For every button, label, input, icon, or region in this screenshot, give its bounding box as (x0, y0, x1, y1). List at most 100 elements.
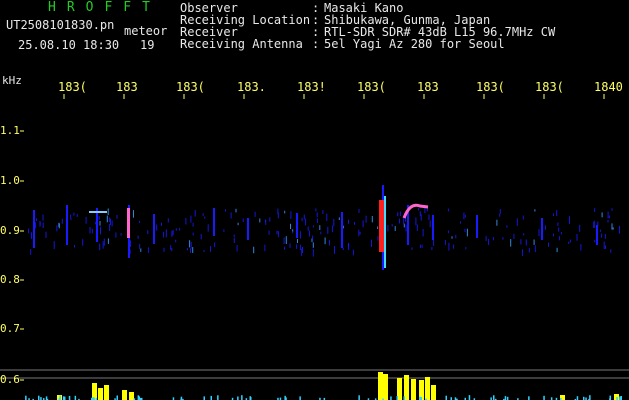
noise-dash (302, 247, 303, 253)
level-bar (404, 375, 409, 400)
noise-dash (102, 241, 104, 249)
noise-dash (560, 231, 562, 235)
noise-dash (253, 246, 255, 254)
noise-dash (460, 221, 461, 224)
noise-dash (556, 210, 558, 216)
noise-dash (133, 210, 134, 218)
noise-dash (189, 240, 191, 248)
noise-dash (397, 214, 399, 217)
noise-dash (399, 218, 400, 224)
noise-dash (171, 230, 173, 237)
noise-dash (56, 225, 58, 232)
noise-dash (358, 229, 360, 237)
noise-dash (303, 214, 305, 220)
noise-dash (448, 242, 450, 251)
noise-dash (185, 217, 187, 225)
noise-dash (431, 247, 433, 251)
x-tick-label: 183. (237, 80, 266, 94)
y-tick-label: 0.6 (0, 373, 20, 386)
noise-dash (455, 234, 457, 239)
noise-dash (415, 217, 417, 226)
noise-dash (464, 214, 466, 218)
level-bar (425, 377, 430, 400)
noise-dash (116, 215, 118, 219)
meteor-streak (213, 208, 215, 236)
noise-dash (594, 239, 596, 243)
level-noise (504, 396, 507, 400)
noise-dash (315, 208, 317, 212)
noise-dash (42, 222, 44, 228)
noise-dash (99, 221, 101, 226)
level-noise (217, 395, 219, 400)
noise-dash (334, 246, 335, 254)
noise-dash (394, 226, 396, 231)
noise-dash (190, 248, 191, 253)
noise-dash (316, 212, 318, 218)
noise-dash (419, 211, 421, 217)
noise-dash (607, 220, 609, 223)
noise-dash (225, 209, 226, 212)
noise-dash (411, 247, 413, 250)
noise-dash (283, 237, 285, 244)
noise-dash (268, 230, 270, 235)
noise-dash (194, 210, 196, 217)
noise-dash (233, 237, 235, 243)
level-noise (137, 395, 140, 400)
noise-dash (312, 235, 314, 241)
noise-dash (391, 224, 393, 227)
meteor-streak (66, 205, 68, 245)
noise-dash (34, 222, 36, 229)
noise-dash (319, 225, 321, 230)
noise-dash (308, 230, 310, 237)
noise-dash (347, 243, 349, 247)
meteor-streak (541, 218, 543, 240)
noise-dash (106, 215, 108, 223)
noise-dash (42, 214, 44, 221)
noise-dash (190, 215, 192, 223)
noise-dash (320, 231, 322, 235)
noise-dash (371, 239, 372, 247)
level-noise (25, 395, 27, 400)
noise-dash (89, 227, 91, 234)
level-noise (493, 395, 495, 400)
noise-dash (611, 223, 613, 230)
level-noise (116, 395, 118, 400)
x-tick-label: 183( (357, 80, 386, 94)
noise-dash (115, 232, 117, 238)
y-tick-label: 0.9 (0, 224, 20, 237)
y-tick-label: 1.1 (0, 124, 20, 137)
noise-dash (36, 218, 37, 221)
noise-dash (576, 234, 578, 241)
noise-dash (510, 239, 512, 247)
noise-dash (377, 226, 379, 229)
noise-dash (405, 224, 407, 232)
noise-dash (312, 242, 314, 248)
level-noise (284, 395, 286, 400)
noise-dash (528, 248, 530, 253)
noise-dash (579, 224, 581, 232)
noise-dash (290, 223, 291, 229)
noise-dash (316, 218, 318, 223)
noise-dash (214, 242, 216, 248)
level-noise (203, 396, 205, 400)
noise-dash (420, 214, 422, 221)
noise-dash (466, 228, 468, 237)
noise-dash (358, 209, 360, 213)
noise-dash (331, 225, 333, 233)
noise-dash (599, 229, 601, 232)
noise-dash (277, 231, 279, 238)
noise-dash (611, 208, 613, 211)
noise-dash (463, 212, 465, 220)
noise-dash (568, 241, 570, 244)
noise-dash (140, 248, 142, 252)
noise-dash (204, 216, 206, 219)
noise-dash (513, 233, 515, 239)
noise-dash (70, 217, 72, 221)
noise-dash (31, 232, 32, 239)
level-bar (378, 372, 383, 400)
noise-dash (338, 217, 340, 220)
noise-dash (277, 208, 279, 214)
noise-dash (312, 249, 314, 257)
noise-dash (111, 220, 113, 227)
meteor-streak (96, 208, 98, 242)
